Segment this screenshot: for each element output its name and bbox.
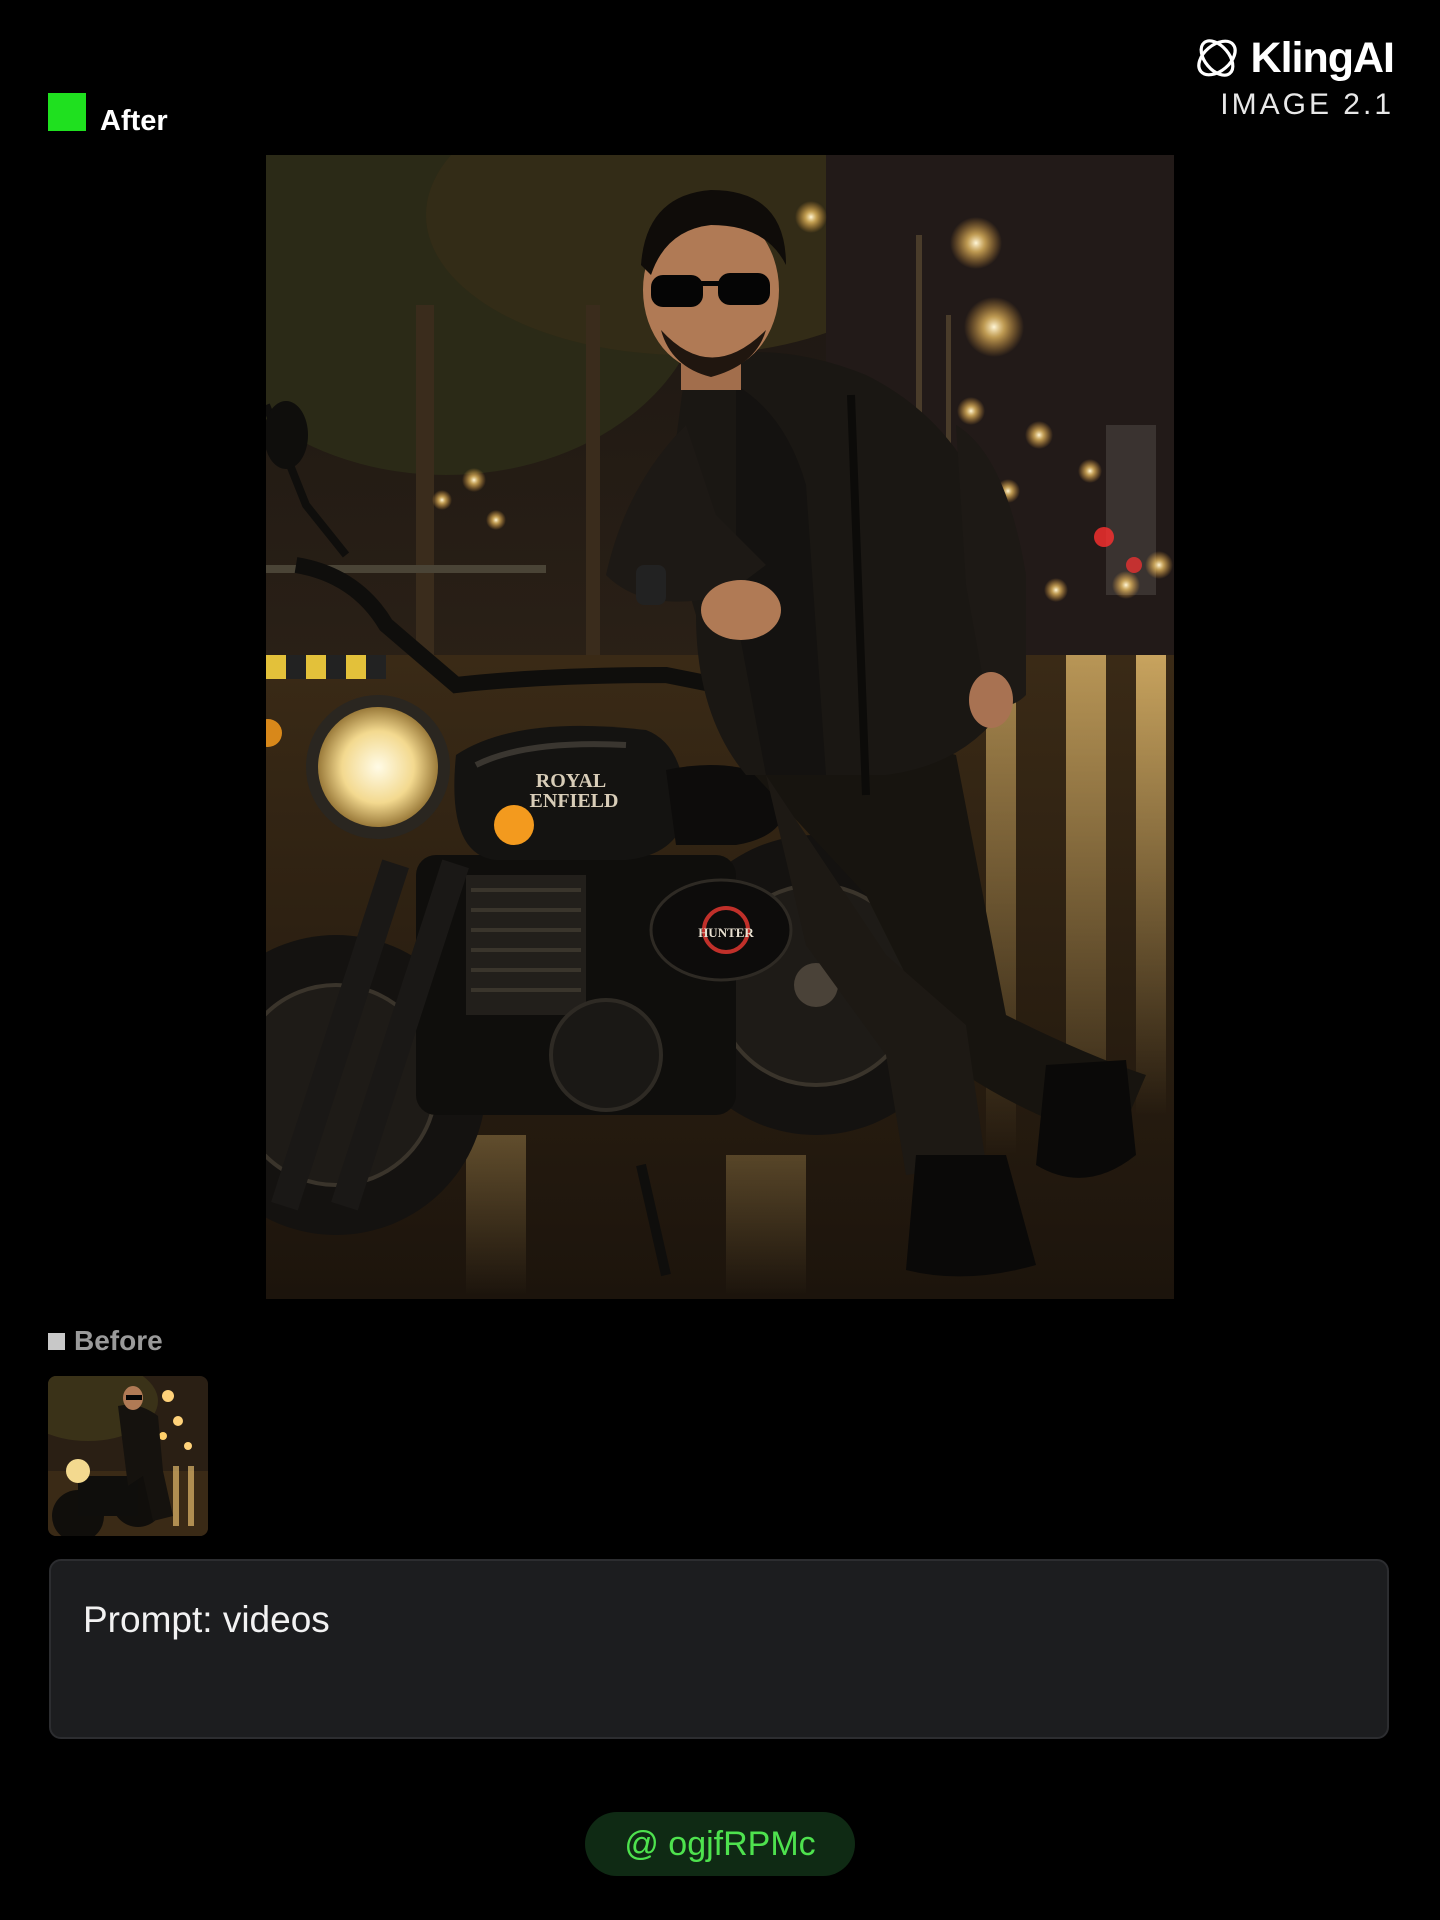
- author-handle[interactable]: @ ogjfRPMc: [585, 1812, 855, 1876]
- author-handle-text: @ ogjfRPMc: [624, 1824, 816, 1863]
- after-image-illustration: HUNTER ROYAL ENFIELD: [266, 155, 1174, 1299]
- kling-logo-icon: [1196, 39, 1237, 77]
- brand-logo-block: KlingAI IMAGE 2.1: [1191, 32, 1395, 122]
- prompt-box: Prompt: videos: [49, 1559, 1389, 1739]
- before-image-thumbnail[interactable]: [48, 1376, 208, 1536]
- after-label-text: After: [100, 105, 168, 137]
- tank-badge-line1: ROYAL: [536, 770, 606, 792]
- prompt-text: Prompt: videos: [83, 1599, 330, 1640]
- before-label: Before: [48, 1325, 163, 1357]
- brand-name: KlingAI: [1250, 33, 1395, 82]
- before-label-text: Before: [74, 1325, 163, 1356]
- after-swatch: [48, 92, 86, 131]
- tank-badge-line2: ENFIELD: [530, 790, 619, 812]
- brand-version: IMAGE 2.1: [1220, 88, 1394, 121]
- after-label: After: [48, 85, 168, 138]
- after-image[interactable]: HUNTER ROYAL ENFIELD: [266, 155, 1174, 1299]
- before-image-illustration: [48, 1376, 208, 1536]
- before-swatch: [48, 1332, 65, 1350]
- side-badge-text: HUNTER: [698, 925, 754, 940]
